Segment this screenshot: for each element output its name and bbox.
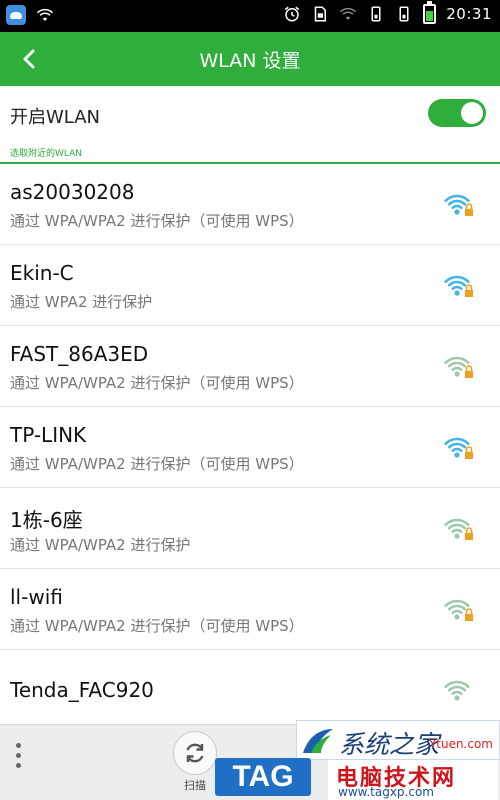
network-name: Tenda_FAC920 (10, 678, 154, 702)
network-name: 1栋-6座 (10, 508, 83, 532)
wifi-lock-icon (444, 437, 473, 459)
network-name: as20030208 (10, 180, 135, 204)
refresh-icon (186, 743, 204, 763)
status-bar: 20:31 (0, 0, 500, 32)
network-item[interactable]: as20030208 通过 WPA/WPA2 进行保护（可使用 WPS） (0, 164, 500, 245)
network-name: TP-LINK (10, 423, 87, 447)
network-item[interactable]: TP-LINK 通过 WPA/WPA2 进行保护（可使用 WPS） (0, 407, 500, 488)
app-icon (6, 5, 26, 25)
wifi-lock-icon (444, 356, 473, 378)
switch-knob (461, 102, 483, 124)
network-name: ll-wifi (10, 585, 63, 609)
wlan-toggle-label: 开启WLAN (10, 107, 101, 128)
wlan-toggle-row[interactable]: 开启WLAN (0, 86, 500, 142)
app-bar: WLAN 设置 (0, 32, 500, 86)
network-list: as20030208 通过 WPA/WPA2 进行保护（可使用 WPS） Eki… (0, 164, 500, 731)
scan-button[interactable] (173, 731, 217, 775)
network-name: Ekin-C (10, 261, 74, 285)
wifi-lock-icon (444, 275, 473, 297)
battery-icon (423, 1, 437, 24)
watermark-tag: TAG (215, 758, 311, 796)
section-label: 选取附近的WLAN (10, 149, 83, 159)
network-item[interactable]: 1栋-6座 通过 WPA/WPA2 进行保护 (0, 488, 500, 569)
watermark-brand-text: 系统之家 (339, 730, 440, 759)
wifi-icon (444, 680, 470, 701)
network-security: 通过 WPA/WPA2 进行保护（可使用 WPS） (10, 212, 304, 230)
phone-icon (371, 6, 381, 22)
wifi-lock-icon (444, 518, 473, 540)
network-security: 通过 WPA/WPA2 进行保护 (10, 536, 191, 554)
status-time: 20:31 (446, 5, 492, 23)
network-security: 通过 WPA/WPA2 进行保护（可使用 WPS） (10, 617, 304, 635)
wifi-lock-icon (444, 599, 473, 621)
wifi-icon (36, 8, 54, 21)
network-security: 通过 WPA/WPA2 进行保护（可使用 WPS） (10, 455, 304, 473)
wlan-switch[interactable] (428, 99, 486, 127)
watermark-site-url: www.tagxp.com (338, 785, 434, 799)
watermark-url: Ytuen.com (428, 737, 493, 751)
scan-label: 扫描 (184, 779, 206, 792)
network-security: 通过 WPA2 进行保护 (10, 293, 153, 311)
sim-card-icon (315, 6, 327, 22)
network-item[interactable]: Ekin-C 通过 WPA2 进行保护 (0, 245, 500, 326)
section-header: 选取附近的WLAN (0, 142, 500, 164)
network-item[interactable]: FAST_86A3ED 通过 WPA/WPA2 进行保护（可使用 WPS） (0, 326, 500, 407)
watermark-site: 电脑技术网 www.tagxp.com (328, 760, 498, 800)
wifi-lock-icon (444, 194, 473, 216)
phone-icon (399, 6, 409, 22)
network-security: 通过 WPA/WPA2 进行保护（可使用 WPS） (10, 374, 304, 392)
overflow-menu-icon[interactable] (10, 743, 26, 773)
watermark-brand: 系统之家 Ytuen.com (296, 720, 500, 760)
alarm-icon (285, 6, 300, 22)
wifi-icon (340, 7, 357, 20)
page-title: WLAN 设置 (199, 50, 301, 72)
network-item[interactable]: Tenda_FAC920 (0, 650, 500, 731)
logo-icon (303, 729, 333, 753)
network-name: FAST_86A3ED (10, 342, 149, 366)
network-item[interactable]: ll-wifi 通过 WPA/WPA2 进行保护（可使用 WPS） (0, 569, 500, 650)
